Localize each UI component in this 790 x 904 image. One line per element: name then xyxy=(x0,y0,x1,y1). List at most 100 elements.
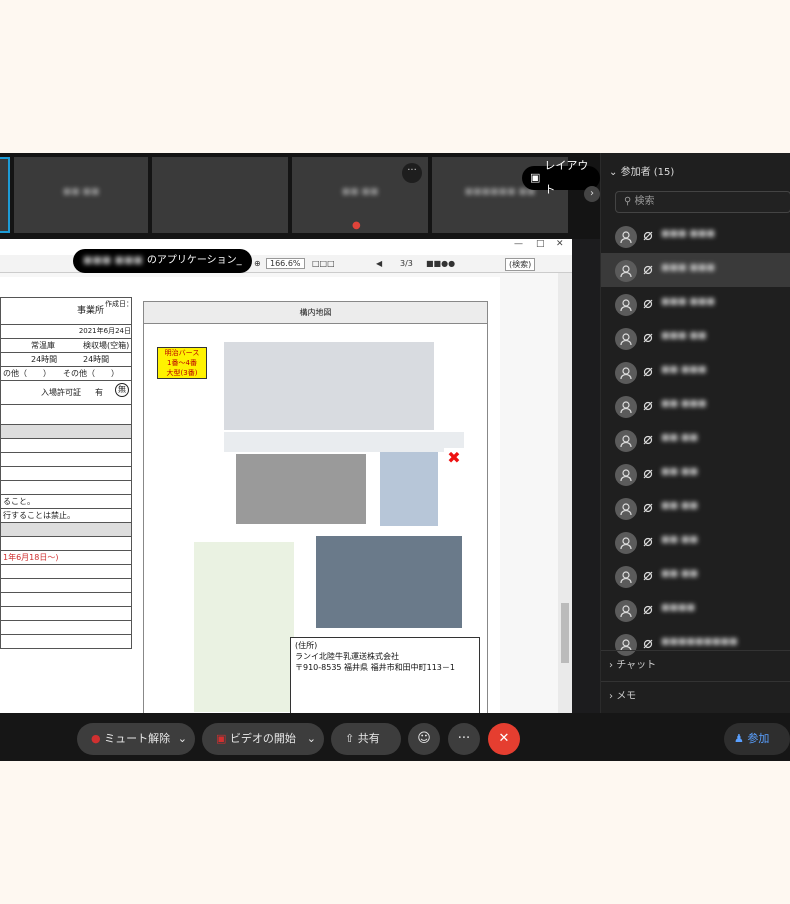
participant-name: ■■■ ■■ xyxy=(661,331,707,341)
unmute-button[interactable]: ● ミュート解除 ⌄ xyxy=(77,723,195,755)
avatar xyxy=(615,464,637,486)
participant-item[interactable]: ■■■■ xyxy=(601,593,790,627)
participant-name: ■■ ■■ xyxy=(661,501,698,511)
address-line: ランイ北陸牛乳運送株式会社 xyxy=(295,652,399,661)
person-icon xyxy=(620,537,632,550)
participant-item[interactable]: ■■ ■■ xyxy=(601,491,790,525)
participant-search-input[interactable]: ⚲ 検索 xyxy=(615,191,790,213)
participant-name: ■■ ■■■ xyxy=(661,399,707,409)
chat-section[interactable]: › チャット xyxy=(601,650,790,681)
end-call-button[interactable]: ✕ xyxy=(488,723,520,755)
participant-item[interactable]: ■■ ■■ xyxy=(601,559,790,593)
search-box: (検索) xyxy=(505,258,536,271)
other2: その他（ ） xyxy=(63,369,119,378)
participant-item[interactable]: ■■ ■■ xyxy=(601,457,790,491)
prev-page-icon: ◀ xyxy=(376,259,383,268)
participants-button[interactable]: ♟ 参加者 xyxy=(724,723,790,755)
participant-item[interactable]: ■■ ■■ xyxy=(601,423,790,457)
participant-name: ■■ ■■ xyxy=(661,433,698,443)
mic-muted-icon xyxy=(643,333,653,343)
entry-permit-label: 入場許可証 xyxy=(41,388,81,397)
berth-line: 大型(3番) xyxy=(166,369,198,377)
road-strip xyxy=(224,432,464,452)
mic-muted-icon xyxy=(643,401,653,411)
app-frame: ■■ ■■ ■■ ■■ ··· ● ■■■■■■ ■■ ▣ レイアウト › — … xyxy=(0,0,790,904)
mic-muted-icon xyxy=(643,537,653,547)
mic-muted-icon xyxy=(643,503,653,513)
mic-muted-icon xyxy=(643,231,653,241)
entry-no: 無 xyxy=(115,383,129,397)
chevron-down-icon[interactable]: ⌄ xyxy=(307,723,316,755)
participant-item[interactable]: ■■ ■■■ xyxy=(601,355,790,389)
chevron-right-icon: › xyxy=(609,660,613,671)
zoom-level: 166.6% xyxy=(266,258,305,269)
meeting-controls: ● ミュート解除 ⌄ ▣ ビデオの開始 ⌄ ⇧ 共有 ☺ ··· ✕ ♟ 参加者 xyxy=(0,713,790,761)
video-tile[interactable] xyxy=(152,157,288,233)
memo-section[interactable]: › メモ xyxy=(601,681,790,712)
people-icon: ♟ xyxy=(734,732,744,745)
avatar xyxy=(615,260,637,282)
scroll-thumb[interactable] xyxy=(561,603,569,663)
video-tile-name: ■■ ■■ xyxy=(62,187,100,197)
video-tile[interactable] xyxy=(0,157,10,233)
person-icon xyxy=(620,367,632,380)
road-map xyxy=(194,542,294,712)
participants-title: 参加者 (15) xyxy=(620,167,675,178)
rule2: 行することは禁止。 xyxy=(0,509,132,523)
video-tile[interactable]: ■■ ■■ ··· ● xyxy=(292,157,428,233)
participant-item[interactable]: ■■■ ■■■ xyxy=(601,219,790,253)
shared-app-label: のアプリケーション_ xyxy=(146,255,242,266)
participant-name: ■■■ ■■■ xyxy=(661,297,715,307)
berth-label-box: 明治バース 1番～4番 大型(3番) xyxy=(157,347,207,379)
shared-screen: — □ ✕ − ⊕ 166.6% □□□ ◀ 3/3 ■■●● (検索) 事業所… xyxy=(0,239,572,713)
page-indicator: 3/3 xyxy=(400,259,413,268)
more-button[interactable]: ··· xyxy=(448,723,480,755)
participant-name: ■■■■ xyxy=(661,603,696,613)
unmute-label: ミュート解除 xyxy=(104,732,171,745)
red-note: 1年6月18日～) xyxy=(0,551,132,565)
avatar xyxy=(615,600,637,622)
meeting-window: ■■ ■■ ■■ ■■ ··· ● ■■■■■■ ■■ ▣ レイアウト › — … xyxy=(0,153,790,761)
person-icon xyxy=(620,605,632,618)
avatar xyxy=(615,362,637,384)
other1: の他（ ） xyxy=(3,369,51,378)
video-tile[interactable]: ■■ ■■ xyxy=(14,157,148,233)
entry-yes: 有 xyxy=(95,388,103,397)
pdf-scrollbar[interactable] xyxy=(558,273,572,713)
participant-item[interactable]: ■■ ■■ xyxy=(601,525,790,559)
close-icon: ✕ xyxy=(556,239,564,249)
start-video-label: ビデオの開始 xyxy=(229,732,296,745)
participants-header[interactable]: ⌄ 参加者 (15) xyxy=(609,163,674,178)
reaction-button[interactable]: ☺ xyxy=(408,723,440,755)
tile-more-button[interactable]: ··· xyxy=(402,163,422,183)
created-date: 2021年6月24日 xyxy=(0,325,132,339)
no-entry-icon: ✖ xyxy=(444,448,464,468)
berth-line: 明治バース xyxy=(164,349,200,357)
participant-name: ■■ ■■■ xyxy=(661,365,707,375)
chat-label: チャット xyxy=(616,660,657,671)
office-label: 事業所 xyxy=(77,306,105,316)
chevron-down-icon: ⌄ xyxy=(609,167,618,178)
participant-item[interactable]: ■■■ ■■■ xyxy=(601,253,790,287)
mic-muted-icon: ● xyxy=(352,220,361,231)
col2-header: 検収場(空箱) xyxy=(83,341,130,350)
chevron-down-icon[interactable]: ⌄ xyxy=(178,723,187,755)
avatar xyxy=(615,396,637,418)
participant-list: ■■■ ■■■ ■■■ ■■■ ■■■ ■■■ ■■■ ■■ ■■ ■■■ ■■ ■■■ ■… xyxy=(601,219,790,661)
address-line: 〒910-8535 福井県 福井市和田中町113－1 xyxy=(295,663,455,672)
chevron-right-icon[interactable]: › xyxy=(584,186,600,202)
participant-item[interactable]: ■■■ ■■ xyxy=(601,321,790,355)
participants-panel: ⌄ 参加者 (15) ⚲ 検索 ■■■ ■■■ ■■■ ■■■ ■■■ ■■■ ■■■… xyxy=(600,153,790,713)
mic-muted-icon xyxy=(643,639,653,649)
participant-item[interactable]: ■■■ ■■■ xyxy=(601,287,790,321)
person-icon xyxy=(620,435,632,448)
start-video-button[interactable]: ▣ ビデオの開始 ⌄ xyxy=(202,723,324,755)
participant-name: ■■ ■■ xyxy=(661,569,698,579)
person-icon xyxy=(620,333,632,346)
avatar xyxy=(615,328,637,350)
share-button[interactable]: ⇧ 共有 xyxy=(331,723,401,755)
participant-item[interactable]: ■■ ■■■ xyxy=(601,389,790,423)
avatar xyxy=(615,498,637,520)
nav-icons: ■■●● xyxy=(426,259,456,268)
fit-icons: □□□ xyxy=(312,259,335,268)
